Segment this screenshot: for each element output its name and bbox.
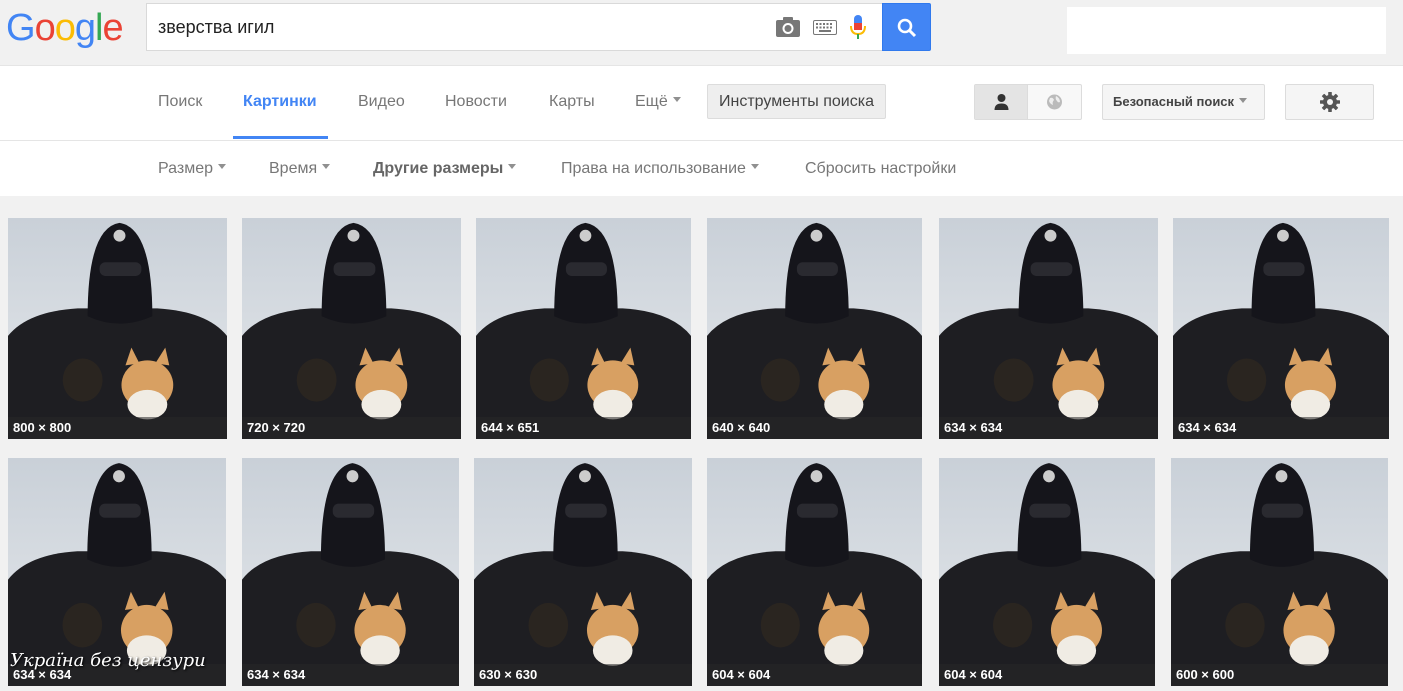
image-dimensions-label: 604 × 604 [707, 664, 922, 686]
safe-search-label: Безопасный поиск [1113, 94, 1235, 109]
global-results-button[interactable] [1028, 85, 1081, 119]
logo-letter: o [54, 7, 76, 49]
filter-size-label: Размер [158, 160, 213, 177]
chevron-down-icon [322, 164, 331, 170]
filter-bar: Размер Время Другие размеры Права на исп… [0, 141, 1403, 196]
filter-usage-rights[interactable]: Права на использование [561, 141, 759, 196]
globe-icon [1047, 94, 1062, 110]
search-tools-button[interactable]: Инструменты поиска [707, 84, 886, 119]
gear-icon [1320, 92, 1340, 112]
result-image [939, 218, 1158, 439]
camera-icon[interactable] [775, 16, 801, 38]
image-dimensions-label: 644 × 651 [476, 417, 691, 439]
logo-letter: o [34, 7, 56, 49]
filter-other-sizes[interactable]: Другие размеры [373, 141, 517, 196]
settings-button[interactable] [1285, 84, 1374, 120]
tab-images[interactable]: Картинки [243, 66, 317, 141]
image-result[interactable]: 600 × 600 [1171, 458, 1388, 686]
chevron-down-icon [750, 164, 759, 170]
chevron-down-icon [1239, 98, 1248, 104]
tab-more-label: Ещё [635, 93, 668, 110]
image-result[interactable]: 634 × 634 [939, 218, 1158, 439]
image-dimensions-label: 630 × 630 [474, 664, 692, 686]
filter-usage-rights-label: Права на использование [561, 160, 746, 177]
result-image [474, 458, 692, 686]
logo-letter: e [102, 7, 123, 49]
image-result[interactable]: 630 × 630 [474, 458, 692, 686]
results-scope-toggle [974, 84, 1082, 120]
filter-time-label: Время [269, 160, 318, 177]
logo-letter: l [94, 7, 104, 49]
result-image [476, 218, 691, 439]
image-dimensions-label: 800 × 800 [8, 417, 227, 439]
search-query-text[interactable]: зверства игил [158, 4, 274, 50]
image-result[interactable]: 634 × 634 [1173, 218, 1389, 439]
image-dimensions-label: 634 × 634 [1173, 417, 1389, 439]
search-icon [897, 18, 917, 38]
chevron-down-icon [508, 164, 517, 170]
watermark-text: Україна без цензури [10, 650, 206, 671]
logo-letter: G [6, 7, 36, 49]
result-image [242, 458, 459, 686]
result-image [1171, 458, 1388, 686]
top-bar: Google зверства игил [0, 0, 1403, 66]
image-dimensions-label: 634 × 634 [242, 664, 459, 686]
safe-search-dropdown[interactable]: Безопасный поиск [1102, 84, 1265, 120]
result-image [707, 458, 922, 686]
result-image [242, 218, 461, 439]
image-result[interactable]: 604 × 604 [707, 458, 922, 686]
account-area [1067, 7, 1386, 54]
result-image [8, 218, 227, 439]
nav-tabs: Поиск Картинки Видео Новости Карты Ещё И… [0, 66, 1403, 141]
tab-search[interactable]: Поиск [158, 66, 202, 141]
image-dimensions-label: 640 × 640 [707, 417, 922, 439]
image-results-grid: 800 × 800 720 × 720 644 × 651 640 × 640 634 … [0, 196, 1403, 691]
result-image [707, 218, 922, 439]
logo-letter: g [74, 7, 96, 49]
chevron-down-icon [672, 97, 681, 103]
tab-maps[interactable]: Карты [549, 66, 595, 141]
image-dimensions-label: 720 × 720 [242, 417, 461, 439]
personal-results-button[interactable] [975, 85, 1028, 119]
filter-reset[interactable]: Сбросить настройки [805, 141, 956, 196]
image-result[interactable]: 800 × 800 [8, 218, 227, 439]
image-result[interactable]: 720 × 720 [242, 218, 461, 439]
image-dimensions-label: 600 × 600 [1171, 664, 1388, 686]
image-result[interactable]: 644 × 651 [476, 218, 691, 439]
search-input[interactable]: зверства игил [146, 3, 883, 51]
keyboard-icon[interactable] [813, 20, 837, 35]
image-result[interactable]: 634 × 634 [242, 458, 459, 686]
google-images-page: Google зверства игил Поиск Картинки Виде… [0, 0, 1403, 691]
tab-video[interactable]: Видео [358, 66, 405, 141]
search-button[interactable] [882, 3, 931, 51]
microphone-icon[interactable] [850, 15, 866, 41]
result-image [1173, 218, 1389, 439]
google-logo[interactable]: Google [6, 7, 124, 49]
result-image [939, 458, 1155, 686]
filter-other-sizes-label: Другие размеры [373, 160, 504, 177]
tab-news[interactable]: Новости [445, 66, 507, 141]
chevron-down-icon [218, 164, 226, 170]
filter-size[interactable]: Размер [158, 141, 226, 196]
filter-time[interactable]: Время [269, 141, 331, 196]
image-dimensions-label: 634 × 634 [939, 417, 1158, 439]
tab-more[interactable]: Ещё [635, 66, 681, 141]
image-result[interactable]: 640 × 640 [707, 218, 922, 439]
image-dimensions-label: 604 × 604 [939, 664, 1155, 686]
person-icon [994, 94, 1009, 110]
image-result[interactable]: 604 × 604 [939, 458, 1155, 686]
active-tab-underline [233, 136, 328, 139]
